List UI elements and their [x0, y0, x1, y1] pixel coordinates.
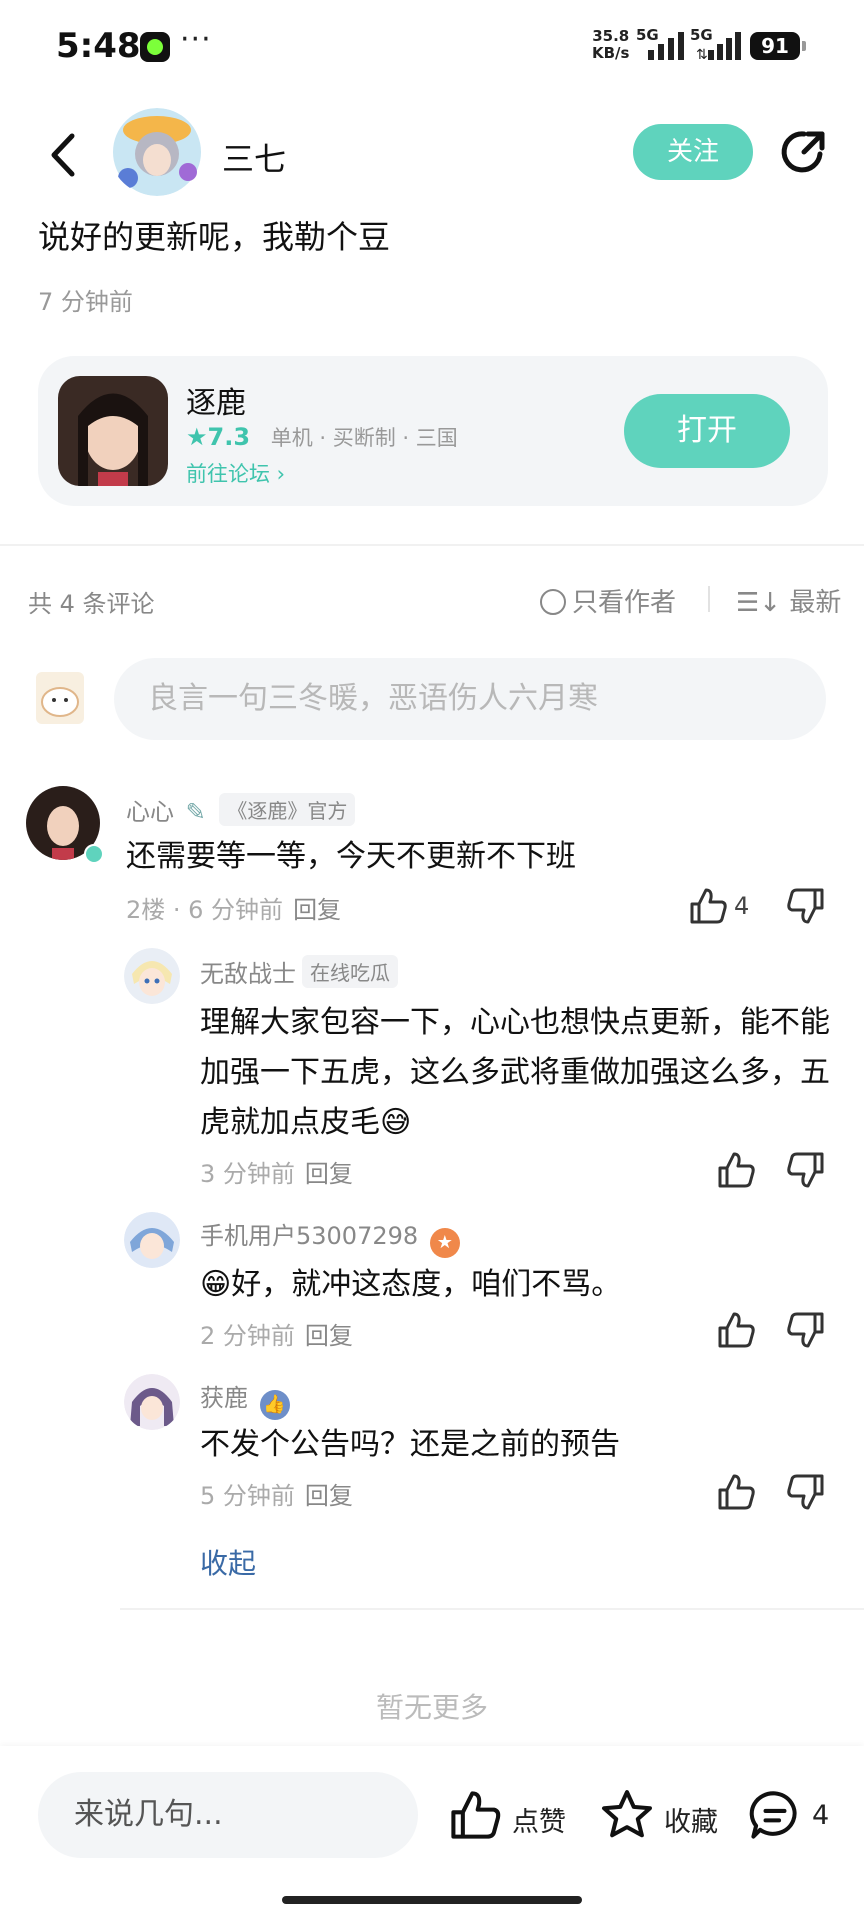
comment-text: 😁好，就冲这态度，咱们不骂。 [200, 1267, 622, 1302]
signal-bars-icon-2: ⇅ [696, 32, 741, 60]
reply-button[interactable]: 回复 [305, 1482, 353, 1510]
user-name[interactable]: 三七 [222, 134, 286, 180]
comment-meta: 3 分钟前 回复 [200, 1160, 353, 1188]
like-count: 4 [734, 892, 750, 920]
game-tags: 单机 · 买断制 · 三国 [270, 426, 458, 450]
sort-icon: ☰↓ [736, 588, 782, 618]
comment-text: 理解大家包容一下，心心也想快点更新，能不能加强一下五虎，这么多武将重做加强这么多… [200, 1005, 830, 1140]
game-name[interactable]: 逐鹿 [186, 378, 246, 422]
commenter-avatar[interactable] [124, 1212, 180, 1268]
comment-text: 不发个公告吗？还是之前的预告 [200, 1427, 620, 1462]
comment-count-badge[interactable]: 4 [812, 1800, 829, 1831]
dislike-icon[interactable] [786, 1150, 826, 1190]
reply-button[interactable]: 回复 [293, 896, 341, 924]
like-icon[interactable] [716, 1150, 756, 1190]
like-icon[interactable] [716, 1472, 756, 1512]
post-title: 说好的更新呢，我勒个豆 [38, 218, 391, 256]
collapse-replies-button[interactable]: 收起 [200, 1542, 256, 1582]
commenter-avatar[interactable] [124, 948, 180, 1004]
commenter-avatar[interactable] [124, 1374, 180, 1430]
like-post-icon[interactable] [448, 1788, 502, 1842]
game-meta: ★7.3 单机 · 买断制 · 三国 [186, 422, 458, 452]
commenter-name[interactable]: 手机用户53007298 ★ [200, 1216, 460, 1258]
post-time: 7 分钟前 [38, 288, 133, 316]
level-badge-icon: ★ [429, 1228, 460, 1258]
comment-meta: 2 分钟前 回复 [200, 1322, 353, 1350]
svg-text:⇅: ⇅ [696, 47, 708, 60]
sort-label: 最新 [789, 588, 842, 618]
comment-input[interactable]: 良言一句三冬暖，恶语伤人六月寒 [114, 658, 826, 740]
official-icon: ✎ [185, 798, 206, 826]
radio-circle-icon [540, 589, 566, 615]
home-indicator[interactable] [282, 1896, 582, 1904]
game-icon[interactable] [58, 376, 168, 486]
no-more-label: 暂无更多 [375, 1691, 488, 1724]
battery-indicator: 91 [750, 32, 806, 60]
signal-bars-icon [648, 32, 684, 60]
app-notification-icon [140, 32, 170, 62]
network-speed: 35.8 KB/s [592, 27, 630, 62]
comments-divider [120, 1608, 864, 1610]
reply-button[interactable]: 回复 [305, 1160, 353, 1188]
my-avatar [36, 672, 84, 724]
back-arrow-icon[interactable] [44, 130, 84, 180]
dislike-icon[interactable] [786, 1310, 826, 1350]
share-icon[interactable] [780, 128, 828, 176]
reply-button[interactable]: 回复 [305, 1322, 353, 1350]
more-notifications-icon: ··· [180, 22, 212, 57]
sort-button[interactable]: ☰↓ 最新 [736, 582, 841, 619]
commenter-name[interactable]: 获鹿 👍 [200, 1378, 290, 1420]
like-post-label[interactable]: 点赞 [512, 1800, 566, 1839]
comment-meta: 5 分钟前 回复 [200, 1482, 353, 1510]
forum-link[interactable]: 前往论坛 › [186, 458, 285, 488]
like-icon[interactable] [716, 1310, 756, 1350]
commenter-name[interactable]: 无敌战士 在线吃瓜 [200, 954, 398, 989]
sort-separator [708, 586, 710, 612]
thumb-badge-icon: 👍 [259, 1390, 290, 1420]
comment-bubble-icon[interactable] [748, 1788, 802, 1842]
dislike-icon[interactable] [786, 886, 826, 926]
user-avatar[interactable] [110, 108, 204, 196]
section-divider [0, 544, 864, 546]
game-rating: ★7.3 [186, 423, 251, 451]
open-game-button[interactable]: 打开 [624, 394, 790, 468]
comment-count: 共 4 条评论 [28, 590, 155, 618]
author-only-label: 只看作者 [572, 588, 677, 618]
favorite-star-icon[interactable] [600, 1788, 654, 1842]
verified-badge-icon [84, 844, 104, 864]
comment-text: 还需要等一等，今天不更新不下班 [126, 839, 576, 874]
like-icon[interactable] [688, 886, 728, 926]
follow-button[interactable]: 关注 [633, 124, 753, 180]
dislike-icon[interactable] [786, 1472, 826, 1512]
comment-meta: 2楼 · 6 分钟前 回复 [126, 896, 342, 924]
user-tag: 在线吃瓜 [302, 955, 398, 988]
favorite-label[interactable]: 收藏 [664, 1800, 718, 1839]
author-only-toggle[interactable]: 只看作者 [540, 582, 676, 619]
bottom-comment-input[interactable]: 来说几句... [38, 1772, 418, 1858]
user-tag: 《逐鹿》官方 [219, 793, 356, 826]
status-time: 5:48 [56, 26, 141, 66]
commenter-name[interactable]: 心心 ✎ 《逐鹿》官方 [126, 792, 356, 827]
